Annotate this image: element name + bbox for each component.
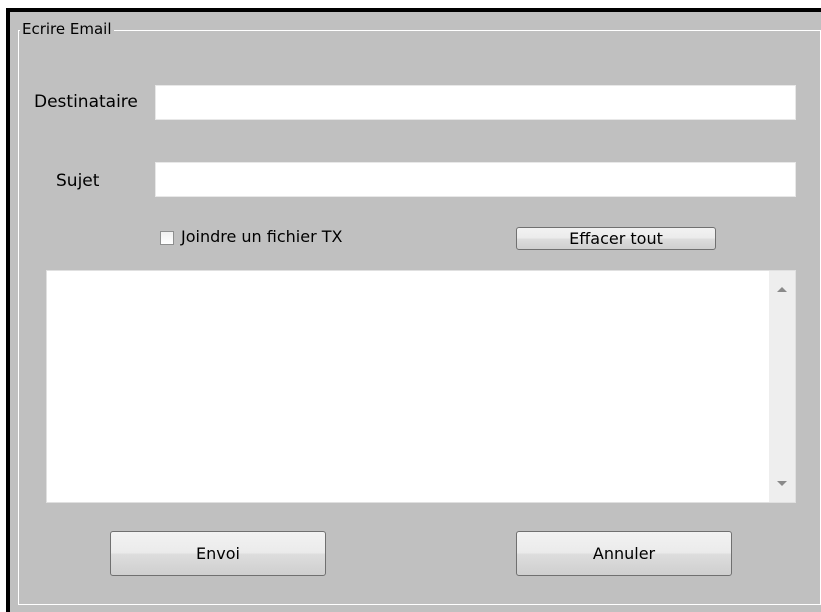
vertical-scrollbar[interactable] <box>769 271 795 502</box>
arrow-up-icon[interactable] <box>777 287 787 292</box>
recipient-label: Destinataire <box>34 92 138 112</box>
attach-label[interactable]: Joindre un fichier TX <box>181 227 342 246</box>
send-button[interactable]: Envoi <box>110 531 326 576</box>
subject-field[interactable] <box>155 162 796 197</box>
subject-label: Sujet <box>56 171 100 191</box>
arrow-down-icon[interactable] <box>777 481 787 486</box>
email-compose-window: Ecrire Email Destinataire Sujet Joindre … <box>6 8 821 612</box>
recipient-field[interactable] <box>155 85 796 120</box>
clear-all-button[interactable]: Effacer tout <box>516 227 716 250</box>
attach-checkbox[interactable] <box>160 231 174 245</box>
groupbox-title: Ecrire Email <box>20 20 114 38</box>
message-body[interactable] <box>46 270 796 503</box>
cancel-button[interactable]: Annuler <box>516 531 732 576</box>
